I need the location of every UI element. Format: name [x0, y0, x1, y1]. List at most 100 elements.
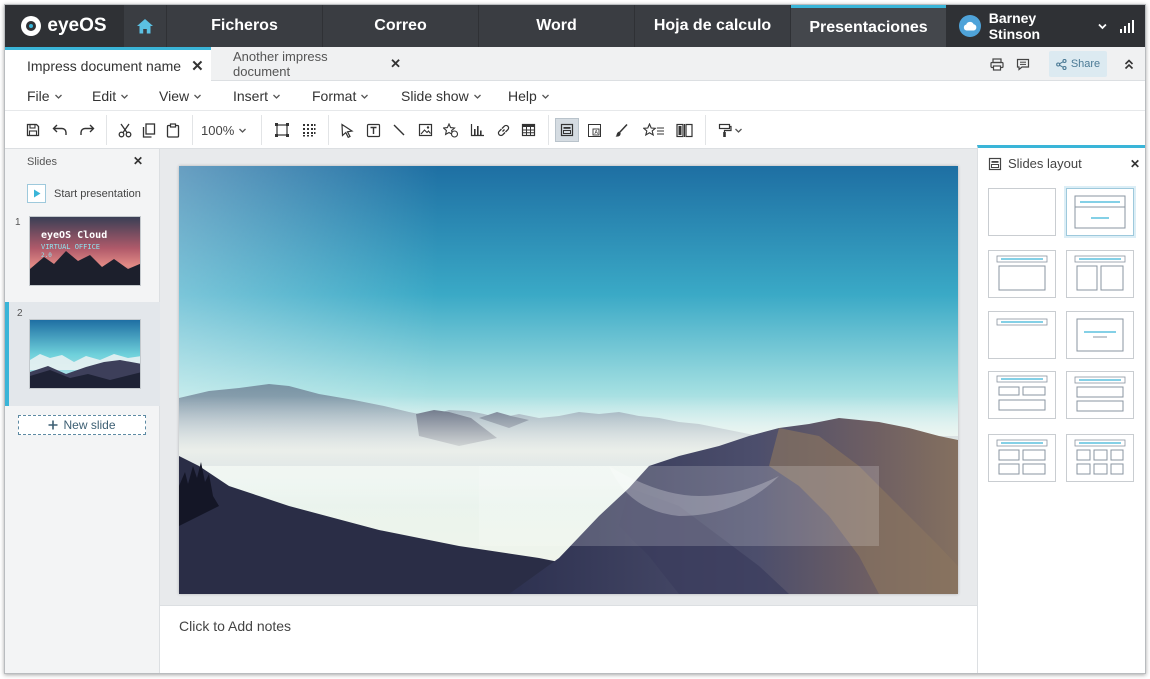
- slide-thumbnail-1[interactable]: 1 eyeOS Cloud VIRTUAL OFFICE 2.0: [5, 211, 160, 315]
- undo-button[interactable]: [48, 118, 72, 142]
- chevron-down-icon: [239, 128, 247, 133]
- effects-icon: [643, 122, 664, 136]
- layout-title-stacked[interactable]: [1066, 371, 1134, 419]
- layout-title-slide[interactable]: [1066, 188, 1134, 236]
- start-presentation-button[interactable]: Start presentation: [27, 184, 141, 203]
- select-button[interactable]: [335, 118, 359, 142]
- line-button[interactable]: [387, 118, 411, 142]
- nav-hoja-de-calculo[interactable]: Hoja de calculo: [635, 5, 790, 47]
- menu-label: File: [27, 88, 50, 104]
- home-button[interactable]: [124, 5, 166, 47]
- chevron-down-icon: [1098, 23, 1107, 29]
- text-frame-button[interactable]: A: [582, 118, 606, 142]
- save-button[interactable]: [21, 118, 45, 142]
- table-button[interactable]: [516, 118, 540, 142]
- mountain-landscape-image: [179, 166, 958, 594]
- layout-title-four-content[interactable]: [988, 434, 1056, 482]
- chevron-down-icon: [541, 94, 549, 99]
- new-slide-label: New slide: [63, 418, 116, 432]
- layout-title-four-content-icon: [996, 439, 1048, 475]
- layout-blank[interactable]: [988, 188, 1056, 236]
- current-slide-canvas[interactable]: [179, 166, 958, 594]
- cut-button[interactable]: [113, 118, 137, 142]
- copy-button[interactable]: [137, 118, 161, 142]
- paste-button[interactable]: [161, 118, 185, 142]
- fit-page-button[interactable]: [270, 118, 294, 142]
- tab-impress-document-name[interactable]: Impress document name ✕: [5, 47, 211, 82]
- transition-button[interactable]: [674, 118, 694, 142]
- app-window: eyeOS Ficheros Correo Word Hoja de calcu…: [4, 4, 1146, 674]
- close-icon[interactable]: ✕: [390, 56, 401, 72]
- menu-slide-show[interactable]: Slide show: [401, 81, 482, 111]
- user-menu[interactable]: Barney Stinson: [947, 5, 1107, 47]
- nav-correo[interactable]: Correo: [323, 5, 478, 47]
- plus-icon: [48, 420, 58, 430]
- slide-1-version-text: 2.0: [41, 252, 52, 259]
- menu-help[interactable]: Help: [508, 81, 550, 111]
- user-name: Barney Stinson: [988, 10, 1041, 42]
- shapes-button[interactable]: [439, 118, 463, 142]
- menu-label: View: [159, 88, 190, 104]
- slide-layout-icon: [560, 123, 574, 137]
- layout-title-two-content[interactable]: [1066, 250, 1134, 298]
- layout-title-content[interactable]: [988, 250, 1056, 298]
- notes-placeholder: Click to Add notes: [179, 618, 292, 634]
- redo-icon: [80, 124, 95, 135]
- undo-icon: [52, 124, 67, 135]
- layout-title-six-content[interactable]: [1066, 434, 1134, 482]
- layout-title-content-split[interactable]: [988, 371, 1056, 419]
- close-icon[interactable]: ✕: [1130, 157, 1140, 171]
- slide-number: 2: [17, 308, 23, 319]
- menu-insert[interactable]: Insert: [233, 81, 281, 111]
- textbox-button[interactable]: [361, 118, 385, 142]
- grid-icon: [303, 124, 316, 137]
- collapse-button[interactable]: [1119, 51, 1139, 77]
- eyeos-logo-icon: [21, 16, 42, 36]
- layout-centered-text[interactable]: [1066, 311, 1134, 359]
- layout-title-only-icon: [996, 318, 1048, 326]
- new-slide-button[interactable]: New slide: [18, 415, 146, 435]
- chart-button[interactable]: [465, 118, 489, 142]
- pointer-icon: [341, 122, 354, 138]
- comments-button[interactable]: [1011, 51, 1035, 77]
- image-button[interactable]: [413, 118, 437, 142]
- layout-title-only[interactable]: [988, 311, 1056, 359]
- slide-thumbnail-2[interactable]: 2: [5, 302, 160, 406]
- share-button[interactable]: Share: [1049, 51, 1107, 77]
- nav-ficheros[interactable]: Ficheros: [167, 5, 322, 47]
- redo-button[interactable]: [75, 118, 99, 142]
- logo-text: eyeOS: [47, 15, 107, 36]
- text-frame-icon: A: [587, 123, 601, 137]
- slides-layout-label: Slides layout: [1008, 156, 1082, 171]
- menu-format[interactable]: Format: [312, 81, 369, 111]
- menu-file[interactable]: File: [27, 81, 63, 111]
- tab-another-impress-document[interactable]: Another impress document ✕: [211, 47, 401, 81]
- format-paint-icon: [718, 123, 742, 137]
- transition-icon: [675, 123, 693, 137]
- close-icon[interactable]: ✕: [191, 57, 204, 75]
- cloud-avatar-icon: [959, 15, 981, 37]
- layout-title-content-icon: [996, 255, 1048, 291]
- menu-view[interactable]: View: [159, 81, 202, 111]
- slides-layout-title: Slides layout: [988, 156, 1082, 171]
- copy-icon: [142, 122, 156, 138]
- menu-label: Edit: [92, 88, 117, 104]
- print-button[interactable]: [985, 51, 1009, 77]
- eyeos-logo[interactable]: eyeOS: [5, 5, 123, 47]
- close-icon[interactable]: ✕: [133, 154, 143, 168]
- grid-button[interactable]: [297, 118, 321, 142]
- nav-word[interactable]: Word: [479, 5, 634, 47]
- menu-label: Insert: [233, 88, 269, 104]
- format-paint-button[interactable]: [715, 118, 747, 142]
- nav-presentaciones[interactable]: Presentaciones: [791, 5, 946, 47]
- effects-button[interactable]: [639, 118, 669, 142]
- notes-area[interactable]: Click to Add notes: [160, 605, 977, 673]
- table-icon: [521, 123, 535, 137]
- menu-edit[interactable]: Edit: [92, 81, 129, 111]
- zoom-select[interactable]: 100%: [201, 118, 247, 142]
- paste-icon: [166, 122, 180, 138]
- slide-layout-button[interactable]: [555, 118, 579, 142]
- brush-button[interactable]: [609, 118, 633, 142]
- chevron-down-icon: [361, 94, 369, 99]
- link-button[interactable]: [491, 118, 515, 142]
